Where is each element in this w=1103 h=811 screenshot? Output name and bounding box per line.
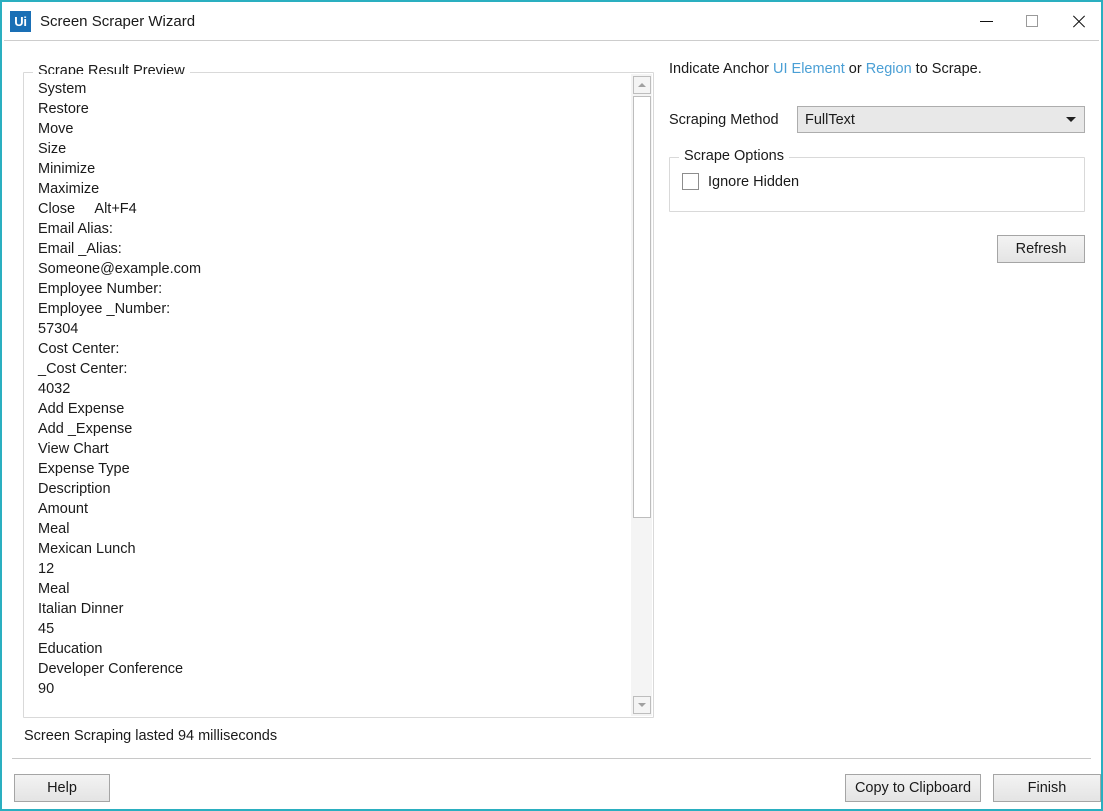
scrape-result-line[interactable]: 90 [25,679,629,699]
scrape-options-label: Scrape Options [679,148,789,164]
footer-bar: Help Copy to Clipboard Finish [4,759,1099,809]
scrape-result-line[interactable]: System [25,79,629,99]
minimize-button[interactable] [963,2,1009,40]
close-icon [1071,14,1086,29]
finish-button[interactable]: Finish [993,774,1101,802]
scroll-down-button[interactable] [633,696,651,714]
scrape-result-line[interactable]: View Chart [25,439,629,459]
chevron-down-icon [638,703,646,707]
scrape-result-line[interactable]: Maximize [25,179,629,199]
scrape-result-line[interactable]: 57304 [25,319,629,339]
scrape-result-line[interactable]: Employee Number: [25,279,629,299]
title-bar: Ui Screen Scraper Wizard [2,2,1101,40]
scrape-result-line[interactable]: Description [25,479,629,499]
help-button[interactable]: Help [14,774,110,802]
scrape-result-line[interactable]: Add _Expense [25,419,629,439]
copy-to-clipboard-button[interactable]: Copy to Clipboard [845,774,981,802]
status-message: Screen Scraping lasted 94 milliseconds [24,728,277,744]
scrape-result-line[interactable]: Email Alias: [25,219,629,239]
scrape-result-line[interactable]: Education [25,639,629,659]
scrape-result-line[interactable]: Developer Conference [25,659,629,679]
scrape-result-preview-group: Scrape Result Preview SystemRestoreMoveS… [23,72,654,718]
scrape-result-line[interactable]: Add Expense [25,399,629,419]
uipath-logo-icon: Ui [10,11,31,32]
anchor-prefix-text: Indicate Anchor [669,61,773,77]
chevron-up-icon [638,83,646,87]
scrape-result-line[interactable]: Employee _Number: [25,299,629,319]
ignore-hidden-label: Ignore Hidden [708,174,799,190]
scrape-result-line[interactable]: Amount [25,499,629,519]
scrape-result-line[interactable]: Someone@example.com [25,259,629,279]
anchor-middle-text: or [845,61,866,77]
refresh-button[interactable]: Refresh [997,235,1085,263]
region-link[interactable]: Region [866,61,912,77]
scrape-result-line[interactable]: Italian Dinner [25,599,629,619]
maximize-icon [1026,15,1038,27]
minimize-icon [980,21,993,22]
ignore-hidden-row[interactable]: Ignore Hidden [682,173,799,190]
close-button[interactable] [1055,2,1101,40]
scraping-method-value: FullText [798,112,1058,128]
scrape-result-line[interactable]: Minimize [25,159,629,179]
scrape-result-line[interactable]: 45 [25,619,629,639]
scrape-result-line[interactable]: Email _Alias: [25,239,629,259]
scrape-options-group: Scrape Options Ignore Hidden [669,157,1085,212]
scrape-result-line[interactable]: _Cost Center: [25,359,629,379]
scrollbar-thumb[interactable] [633,96,651,518]
scrape-result-line[interactable]: 4032 [25,379,629,399]
indicate-anchor-instruction: Indicate Anchor UI Element or Region to … [669,61,982,77]
scrape-result-line[interactable]: Meal [25,519,629,539]
dropdown-arrow-button[interactable] [1058,117,1084,122]
ui-element-link[interactable]: UI Element [773,61,845,77]
scrape-result-line[interactable]: 12 [25,559,629,579]
scrape-result-line[interactable]: Size [25,139,629,159]
scrape-result-line[interactable]: Move [25,119,629,139]
scrape-result-line[interactable]: Restore [25,99,629,119]
screen-scraper-wizard-window: Ui Screen Scraper Wizard Scrape Result P… [0,0,1103,811]
scroll-up-button[interactable] [633,76,651,94]
scrape-result-line[interactable]: Cost Center: [25,339,629,359]
window-title: Screen Scraper Wizard [40,13,963,30]
content-area: Scrape Result Preview SystemRestoreMoveS… [2,41,1101,756]
scrape-result-line[interactable]: Close Alt+F4 [25,199,629,219]
preview-scrollbar[interactable] [630,74,652,716]
scraping-method-label: Scraping Method [669,112,779,128]
scrape-result-line[interactable]: Meal [25,579,629,599]
maximize-button[interactable] [1009,2,1055,40]
ignore-hidden-checkbox[interactable] [682,173,699,190]
window-controls [963,2,1101,40]
scrape-result-list[interactable]: SystemRestoreMoveSizeMinimizeMaximizeClo… [25,74,629,716]
scraping-method-select[interactable]: FullText [797,106,1085,133]
anchor-suffix-text: to Scrape. [912,61,982,77]
chevron-down-icon [1066,117,1076,122]
scrape-result-line[interactable]: Mexican Lunch [25,539,629,559]
scrape-result-line[interactable]: Expense Type [25,459,629,479]
